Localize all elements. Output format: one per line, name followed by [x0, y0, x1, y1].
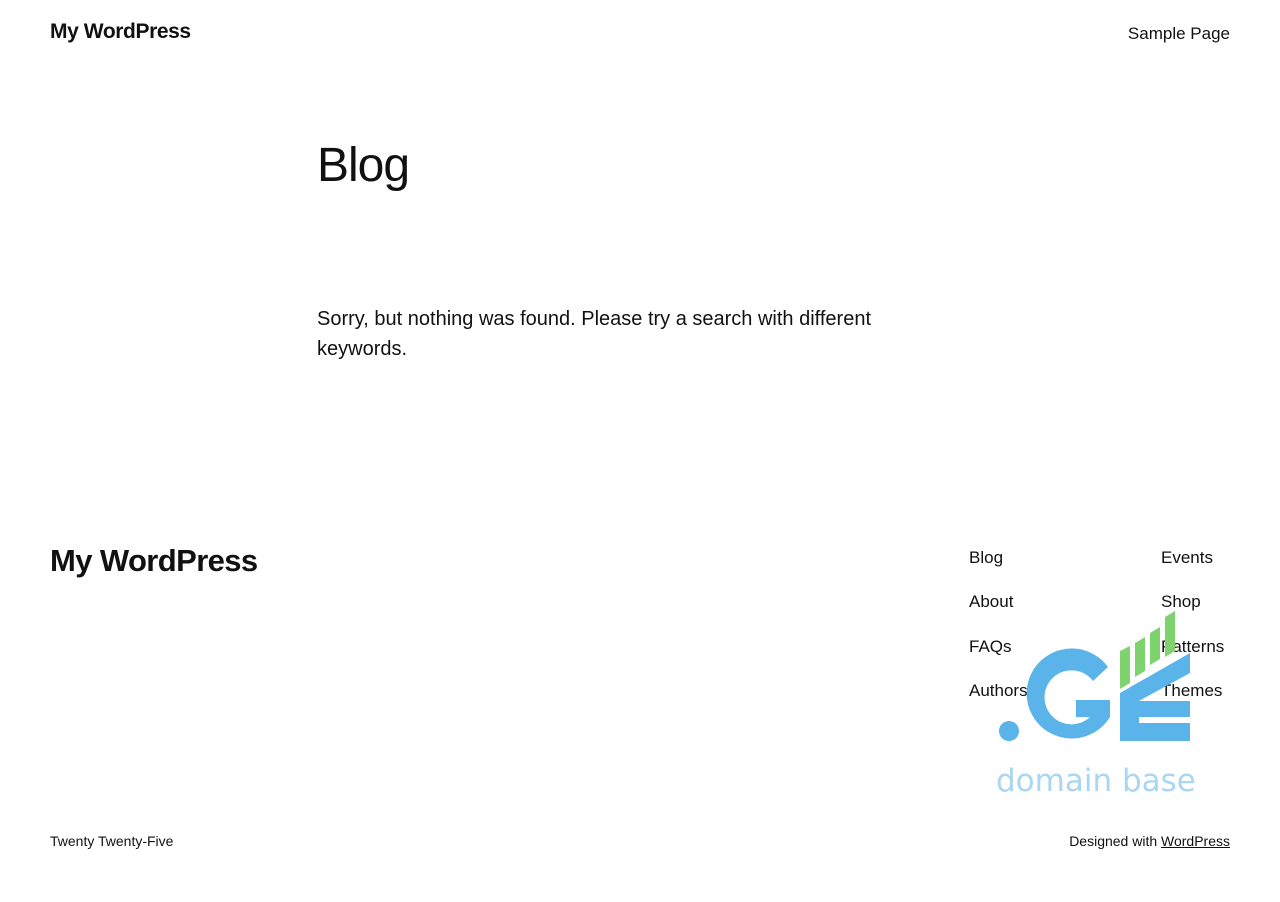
wordpress-link[interactable]: WordPress: [1161, 833, 1230, 849]
credit-line: Designed with WordPress: [1069, 833, 1230, 849]
credit-prefix: Designed with: [1069, 833, 1158, 849]
page: My WordPress Sample Page Blog Sorry, but…: [0, 0, 1280, 902]
footer-nav-events[interactable]: Events: [1161, 547, 1224, 591]
footer-site-title-link[interactable]: My WordPress: [50, 543, 258, 579]
logo-tagline: domain base: [996, 763, 1196, 799]
page-title: Blog: [317, 139, 410, 192]
logo-letter-g: [1026, 648, 1110, 739]
theme-name: Twenty Twenty-Five: [50, 833, 174, 849]
logo-letter-e: [1120, 653, 1190, 741]
logo-dot: [999, 721, 1019, 741]
no-results-message: Sorry, but nothing was found. Please try…: [317, 308, 872, 360]
nav-item-sample-page[interactable]: Sample Page: [1128, 24, 1230, 44]
logo-bar-1: [1120, 646, 1130, 689]
site-title-link[interactable]: My WordPress: [50, 20, 191, 44]
domain-base-watermark-logo: domain base: [996, 611, 1196, 799]
logo-bar-4: [1165, 611, 1175, 657]
logo-bar-3: [1150, 627, 1160, 665]
footer-nav-blog[interactable]: Blog: [969, 547, 1028, 591]
logo-bar-2: [1135, 637, 1145, 677]
